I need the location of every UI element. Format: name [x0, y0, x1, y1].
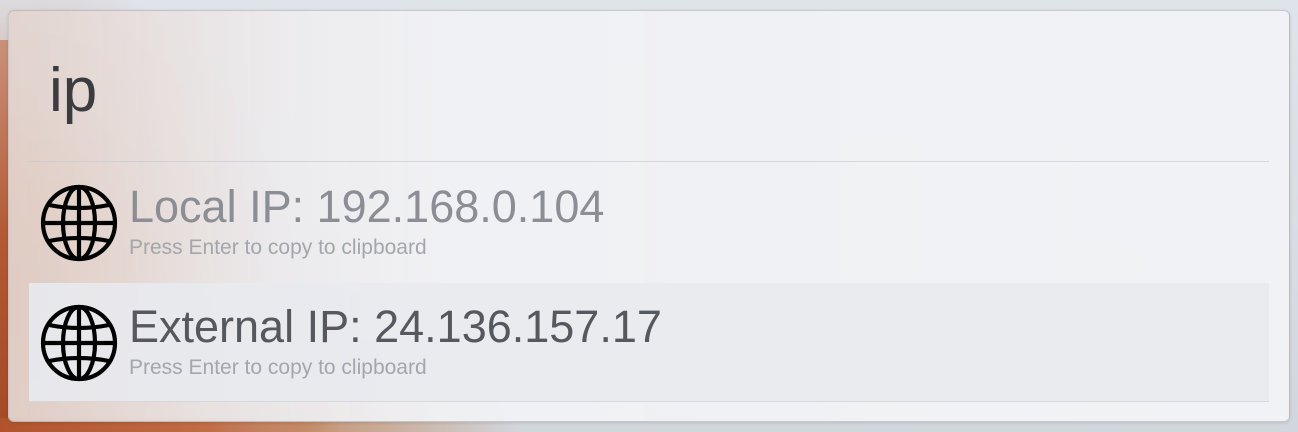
result-item-local-ip[interactable]: Local IP: 192.168.0.104 Press Enter to c…	[29, 163, 1269, 281]
result-title: External IP: 24.136.157.17	[129, 301, 662, 352]
divider	[29, 161, 1269, 162]
result-item-external-ip[interactable]: External IP: 24.136.157.17 Press Enter t…	[29, 283, 1269, 402]
launcher-window: ip Local IP: 192.168.0.104 Press Enter t…	[8, 10, 1290, 422]
result-title: Local IP: 192.168.0.104	[129, 181, 605, 232]
search-input[interactable]: ip	[49, 55, 97, 127]
globe-icon	[39, 183, 119, 263]
result-subtitle: Press Enter to copy to clipboard	[129, 236, 427, 259]
result-subtitle: Press Enter to copy to clipboard	[129, 356, 427, 379]
globe-icon	[39, 303, 119, 383]
